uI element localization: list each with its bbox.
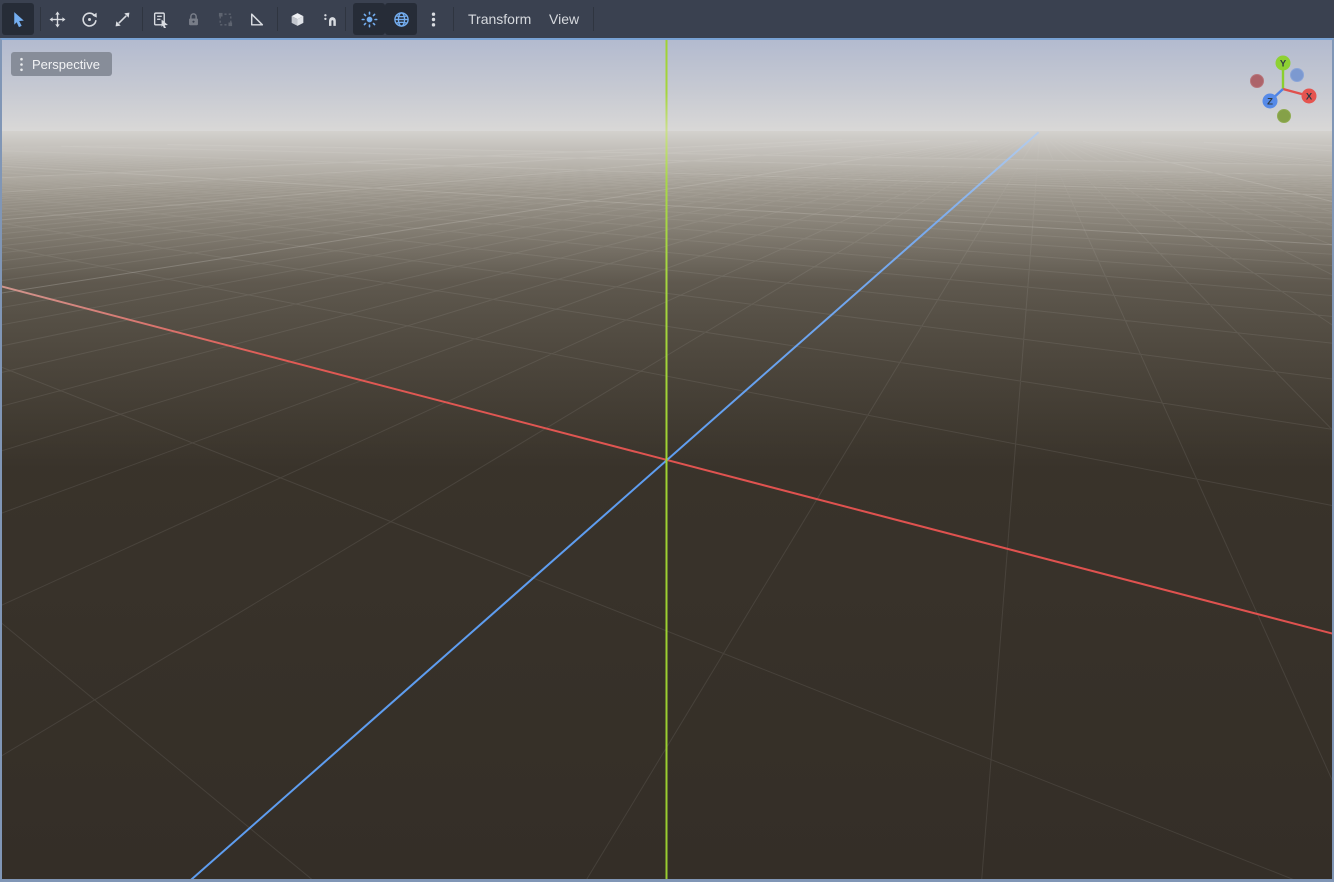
gizmo-neg-y-ball[interactable] bbox=[1278, 110, 1291, 123]
lock-icon bbox=[185, 11, 202, 28]
perspective-label: Perspective bbox=[32, 57, 100, 72]
toolbar-separator bbox=[453, 7, 454, 31]
godot-3d-editor: Transform View bbox=[0, 0, 1334, 882]
gizmo-x-label: X bbox=[1306, 92, 1313, 103]
toolbar-separator bbox=[593, 7, 594, 31]
view-menu[interactable]: View bbox=[543, 0, 585, 38]
preview-environment-button[interactable] bbox=[385, 3, 417, 35]
scale-arrow-icon bbox=[114, 11, 131, 28]
snap-button[interactable] bbox=[314, 3, 346, 35]
lock-button bbox=[177, 3, 209, 35]
move-arrows-icon bbox=[49, 11, 66, 28]
gizmo-z-label: Z bbox=[1267, 97, 1273, 108]
toolbar-separator bbox=[277, 7, 278, 31]
rotate-mode-button[interactable] bbox=[73, 3, 105, 35]
cursor-arrow-icon bbox=[10, 11, 27, 28]
rotate-arrow-icon bbox=[81, 11, 98, 28]
cube-icon bbox=[289, 11, 306, 28]
ruler-icon bbox=[248, 11, 265, 28]
sun-icon bbox=[361, 11, 378, 28]
extra-options-button[interactable] bbox=[417, 3, 449, 35]
dots-menu-icon bbox=[425, 11, 442, 28]
move-mode-button[interactable] bbox=[41, 3, 73, 35]
list-cursor-icon bbox=[152, 11, 169, 28]
local-space-button[interactable] bbox=[281, 3, 313, 35]
scale-mode-button[interactable] bbox=[106, 3, 138, 35]
magnet-icon bbox=[322, 11, 339, 28]
transform-menu[interactable]: Transform bbox=[462, 0, 537, 38]
perspective-menu-button[interactable]: Perspective bbox=[11, 52, 112, 76]
list-select-button[interactable] bbox=[144, 3, 176, 35]
gizmo-neg-x-ball[interactable] bbox=[1251, 75, 1264, 88]
group-icon bbox=[217, 11, 234, 28]
group-button bbox=[209, 3, 241, 35]
select-mode-button[interactable] bbox=[2, 3, 34, 35]
viewport-3d[interactable]: Y X Z Perspective bbox=[0, 38, 1334, 882]
gizmo-neg-z-ball[interactable] bbox=[1291, 69, 1304, 82]
dots-menu-icon bbox=[19, 57, 24, 72]
scene-canvas[interactable]: Y X Z bbox=[0, 38, 1334, 882]
globe-icon bbox=[393, 11, 410, 28]
viewport-toolbar: Transform View bbox=[0, 0, 1334, 38]
ruler-button[interactable] bbox=[240, 3, 272, 35]
toolbar-separator bbox=[142, 7, 143, 31]
gizmo-y-label: Y bbox=[1280, 59, 1287, 70]
toolbar-separator bbox=[345, 7, 346, 31]
preview-sunlight-button[interactable] bbox=[353, 3, 385, 35]
